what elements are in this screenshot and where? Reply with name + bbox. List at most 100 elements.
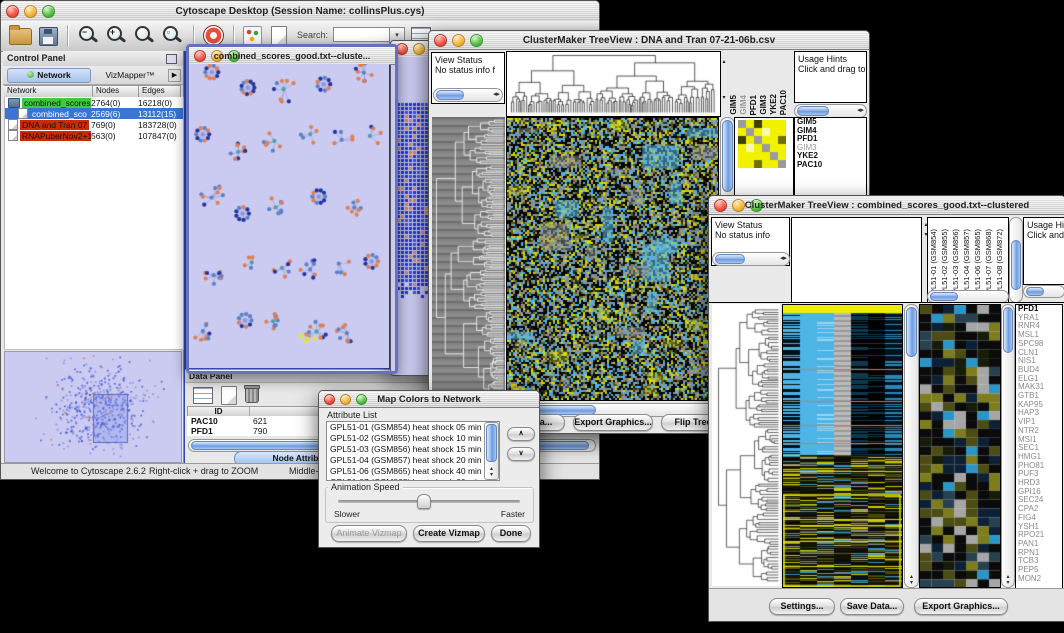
zoom-in-icon[interactable]: + — [105, 25, 125, 45]
dialog-titlebar[interactable]: Map Colors to Network — [319, 391, 539, 408]
open-session-icon[interactable] — [9, 28, 32, 45]
network-view-titlebar[interactable]: combined_scores_good.txt--cluste... — [189, 47, 395, 65]
scroll-up-icon[interactable]: ▴ — [720, 59, 728, 65]
col-nodes: Nodes — [92, 86, 138, 97]
settings-button[interactable]: Settings... — [769, 598, 835, 615]
faster-label: Faster — [501, 509, 525, 519]
desktop: Cytoscape Desktop (Session Name: collins… — [0, 0, 1064, 633]
search-input[interactable] — [333, 27, 391, 42]
network-tab-icon — [27, 71, 34, 78]
minimize-icon[interactable] — [413, 43, 425, 55]
network-nodes-count: 769(0) — [91, 120, 138, 130]
float-panel-icon[interactable] — [166, 54, 177, 64]
tab-overflow-arrow-icon[interactable]: ▶ — [168, 69, 181, 82]
usage-hints-panel: Usage Hints Click and drag — [1023, 217, 1064, 285]
network-name: combined_sco — [30, 109, 89, 119]
row-label[interactable]: PAC10 — [795, 161, 866, 170]
attribute-item[interactable]: GPL51-04 (GSM857) heat shock 20 min — [327, 455, 499, 466]
heatmap-zoom-view[interactable] — [919, 304, 1001, 588]
scroll-down-icon[interactable]: ▾ — [720, 95, 728, 101]
usage-hints-hscrollbar[interactable]: ◂▸ — [794, 104, 867, 118]
row-dendrogram[interactable] — [712, 304, 780, 586]
view-status-hscrollbar[interactable]: ◂▸ — [433, 88, 503, 102]
animation-speed-label: Animation Speed — [328, 482, 403, 492]
network-edges-count: 183728(0) — [138, 120, 183, 130]
column-label[interactable]: GIM3 — [759, 95, 769, 115]
attribute-item[interactable]: GPL51-03 (GSM856) heat shock 15 min — [327, 444, 499, 455]
view-status-hscrollbar[interactable]: ◂▸ — [712, 252, 790, 266]
move-down-button[interactable]: ∨ — [507, 447, 535, 461]
attribute-list-label: Attribute List — [327, 410, 377, 420]
view-status-title: View Status — [432, 53, 504, 65]
move-up-button[interactable]: ∧ — [507, 427, 535, 441]
heatmap-global-view[interactable] — [506, 117, 719, 401]
network-view-window: combined_scores_good.txt--cluste... — [186, 44, 398, 374]
network-list-row[interactable]: RNAPuberNov2+1 563(0) 107847(0) — [5, 130, 183, 141]
column-labels-vscrollbar[interactable] — [1009, 217, 1023, 303]
annotation-icon[interactable] — [271, 26, 287, 45]
heatmap-global-view[interactable] — [782, 304, 903, 588]
network-list-row[interactable]: DNA and Tran 07 769(0) 183728(0) — [5, 119, 183, 130]
column-dendrogram-panel[interactable] — [506, 51, 721, 117]
column-label[interactable]: GIM5 — [729, 95, 739, 115]
zoom-fit-icon[interactable] — [133, 25, 153, 45]
network-name: combined_scores — [22, 98, 91, 108]
treeview2-titlebar[interactable]: ClusterMaker TreeView : combined_scores_… — [709, 196, 1064, 215]
dialog-title: Map Colors to Network — [319, 394, 539, 405]
gene-label[interactable]: MON2 — [1016, 575, 1062, 584]
main-titlebar[interactable]: Cytoscape Desktop (Session Name: collins… — [1, 1, 599, 22]
network-name: RNAPuberNov2+1 — [20, 131, 91, 141]
birdseye-overview[interactable] — [4, 351, 182, 463]
row-dendrogram[interactable] — [432, 117, 505, 399]
usage-hints-panel: Usage Hints Click and drag to — [794, 51, 867, 103]
network-graph-view[interactable] — [189, 64, 389, 368]
view-status-title: View Status — [712, 218, 789, 230]
usage-hints-title: Usage Hints — [795, 52, 866, 64]
select-attributes-icon[interactable] — [193, 387, 213, 404]
column-label[interactable]: YKE2 — [769, 94, 779, 115]
delete-attribute-icon[interactable] — [245, 387, 259, 403]
zoom-vscrollbar[interactable]: ▴▾ — [1001, 304, 1015, 588]
gene-labels-panel: PFD1YRA1RNR4MSL1SPC98CLN1NIS1BUD4ELG1MAK… — [1015, 304, 1063, 590]
speed-slider-thumb[interactable] — [417, 494, 431, 509]
done-button[interactable]: Done — [491, 525, 531, 542]
status-pan-hint: Middle- — [289, 466, 319, 476]
network-list: combined_scores 2764(0) 16218(0) combine… — [4, 97, 184, 350]
cluster-matrix[interactable] — [738, 120, 786, 168]
usage-hints-title: Usage Hints — [1024, 218, 1064, 230]
save-session-icon[interactable] — [39, 27, 58, 46]
tab-vizmapper[interactable]: VizMapper™ — [93, 68, 167, 83]
grid-network-view[interactable] — [393, 59, 431, 331]
network-file-icon — [8, 130, 18, 141]
attribute-item[interactable]: GPL51-01 (GSM854) heat shock 05 min — [327, 422, 499, 433]
attribute-item[interactable]: GPL51-02 (GSM855) heat shock 10 min — [327, 433, 499, 444]
view-status-text: No status info f — [432, 65, 504, 75]
network-view-title: combined_scores_good.txt--cluste... — [189, 51, 395, 61]
vizmap-nodes-icon[interactable] — [243, 26, 262, 45]
column-dendrogram-panel[interactable] — [791, 217, 922, 303]
save-data-button[interactable]: Save Data... — [840, 598, 904, 615]
network-edges-count: 16218(0) — [138, 98, 183, 108]
zoom-out-icon[interactable]: − — [77, 25, 97, 45]
column-label[interactable]: PAC10 — [779, 90, 789, 115]
export-graphics-button[interactable]: Export Graphics... — [914, 598, 1008, 615]
help-lifering-icon[interactable] — [203, 25, 224, 46]
usage-hints-hscrollbar[interactable] — [1023, 285, 1064, 298]
animate-vizmap-button[interactable]: Animate Vizmap — [331, 525, 407, 542]
column-label[interactable]: PFD1 — [749, 95, 759, 115]
network-list-row[interactable]: combined_sco 2569(6) 13112(15) — [5, 108, 183, 119]
attribute-item[interactable]: GPL51-07 (GSM868) heat shock 60 min — [327, 477, 499, 481]
attribute-item[interactable]: GPL51-06 (GSM865) heat shock 40 min — [327, 466, 499, 477]
column-label[interactable]: GIM4 — [739, 95, 749, 115]
attribute-list-vscrollbar[interactable]: ▴▾ — [484, 422, 499, 480]
heatmap-vscrollbar[interactable]: ▴▾ — [904, 304, 919, 588]
treeview1-titlebar[interactable]: ClusterMaker TreeView : DNA and Tran 07-… — [429, 31, 869, 50]
zoom-selected-icon[interactable]: ▫ — [161, 25, 181, 45]
new-attribute-icon[interactable] — [221, 386, 237, 405]
usage-hints-text: Click and drag — [1024, 230, 1064, 240]
export-graphics-button[interactable]: Export Graphics... — [573, 414, 653, 431]
network-nodes-count: 2569(6) — [91, 109, 138, 119]
create-vizmap-button[interactable]: Create Vizmap — [413, 525, 485, 542]
network-list-row[interactable]: combined_scores 2764(0) 16218(0) — [5, 97, 183, 108]
tab-network[interactable]: Network — [7, 68, 91, 83]
